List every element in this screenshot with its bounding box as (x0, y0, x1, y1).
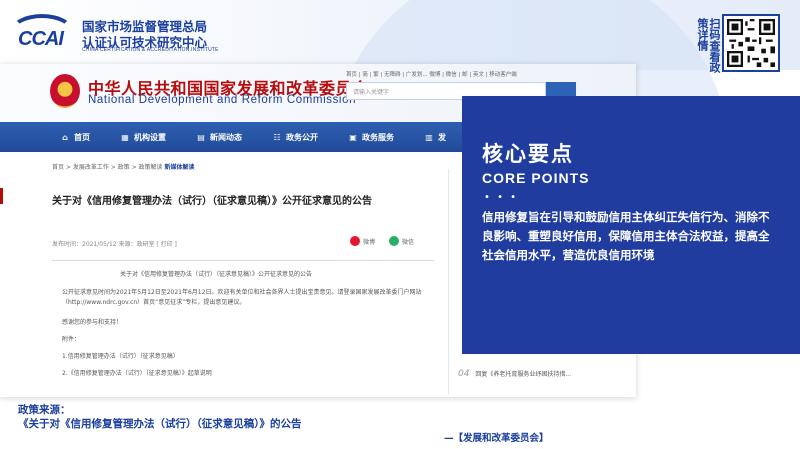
ccai-logo: CCAI (18, 28, 64, 50)
dots-decoration: • • • (484, 192, 519, 203)
source-title: 《关于对《信用修复管理办法（试行）（征求意见稿）》的公告 (18, 418, 302, 430)
nav-item-open[interactable]: ☷ 政务公开 (272, 132, 318, 143)
nav-label: 发 (438, 132, 446, 142)
sidebar-item[interactable]: 04 回复《养老托育服务业纾困扶持措... (458, 369, 571, 379)
wechat-icon[interactable] (389, 236, 400, 246)
breadcrumb-active: 新媒体解读 (164, 164, 195, 171)
card-title-en: CORE POINTS (482, 170, 590, 186)
attachment-link-1[interactable]: 1.信用修复管理办法（试行）（征求意见稿） (62, 352, 434, 362)
nav-item-more[interactable]: ▥ 发 (424, 132, 446, 143)
body-paragraph: 公开征求意见时间为2021年5月12日至2021年6月12日。欢迎有关单位和社会… (62, 289, 422, 306)
sidebar-item-text: 回复《养老托育服务业纾困扶持措... (475, 371, 572, 378)
news-icon: ▤ (197, 132, 205, 142)
share-weibo-label[interactable]: 微博 (363, 237, 375, 246)
nav-item-org[interactable]: ▦ 机构设置 (120, 132, 166, 143)
nav-label: 新闻动态 (210, 132, 242, 142)
org-name-en: CHINA CERTIFICATION & ACCREDITATION INST… (82, 47, 219, 53)
home-icon: ⌂ (62, 132, 68, 142)
nav-label: 首页 (74, 132, 90, 142)
nav-item-news[interactable]: ▤ 新闻动态 (196, 132, 242, 143)
card-text: 信用修复旨在引导和鼓励信用主体纠正失信行为、消除不良影响、重塑良好信用，保障信用… (482, 210, 770, 262)
source-credit: —【发展和改革委员会】 (444, 433, 549, 444)
share-wechat-label[interactable]: 微信 (402, 237, 414, 246)
nav-item-home[interactable]: ⌂ 首页 (60, 132, 90, 143)
service-icon: ▣ (349, 132, 357, 142)
scan-prompt: 扫码查看政策详情 (696, 18, 721, 73)
share-bar: 微博 微信 (350, 236, 414, 246)
nav-label: 政务服务 (362, 132, 394, 142)
nav-label: 政务公开 (286, 132, 318, 142)
open-icon: ☷ (273, 132, 281, 142)
article-meta: 发布时间：2021/05/12 来源：政研室 [ 打印 ] (52, 241, 177, 248)
nav-item-service[interactable]: ▣ 政务服务 (348, 132, 394, 143)
org-icon: ▦ (121, 132, 129, 142)
article-title: 关于对《信用修复管理办法（试行）（征求意见稿）》公开征求意见的公告 (52, 196, 372, 207)
national-emblem-icon (50, 74, 80, 108)
divider (52, 260, 434, 261)
accent-bar (0, 188, 3, 204)
qr-code-graphic (727, 19, 775, 67)
ndrc-site-title-en: National Development and Reform Commissi… (88, 94, 357, 106)
more-icon: ▥ (425, 132, 433, 142)
breadcrumb-path: 首页 > 发展改革工作 > 政策 > 政策解读 (52, 164, 163, 171)
inner-title: 关于对《信用修复管理办法（试行）（征求意见稿）》公开征求意见的公告 (120, 271, 313, 278)
weibo-icon[interactable] (350, 236, 360, 246)
nav-label: 机构设置 (134, 132, 166, 142)
breadcrumb[interactable]: 首页 > 发展改革工作 > 政策 > 政策解读 新媒体解读 (52, 162, 194, 171)
sidebar-item-number: 04 (458, 369, 470, 379)
attachment-label: 附件： (62, 336, 81, 343)
attachment-link-2[interactable]: 2.《信用修复管理办法（试行）（征求意见稿）》起草说明 (62, 369, 434, 379)
top-links[interactable]: 首页 | 简 | 繁 | 无障碍 | 广发划... 微博 | 微信 | 邮 | … (346, 70, 517, 78)
card-title: 核心要点 (482, 142, 574, 166)
source-label: 政策来源： (18, 404, 71, 416)
qr-code-icon[interactable] (722, 14, 780, 72)
body-thanks: 感谢您的参与和支持！ (62, 319, 123, 326)
